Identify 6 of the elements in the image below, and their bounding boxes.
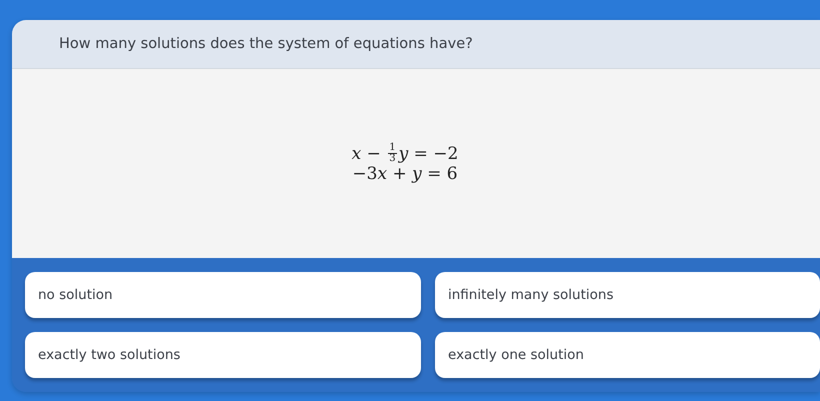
answer-button[interactable]: exactly one solution [435, 332, 820, 378]
answer-button[interactable]: infinitely many solutions [435, 272, 820, 318]
answer-button[interactable]: exactly two solutions [25, 332, 421, 378]
answer-button[interactable]: no solution [25, 272, 421, 318]
question-text: How many solutions does the system of equations have? [59, 36, 473, 52]
equation: −3x + y = 6 [352, 164, 458, 184]
